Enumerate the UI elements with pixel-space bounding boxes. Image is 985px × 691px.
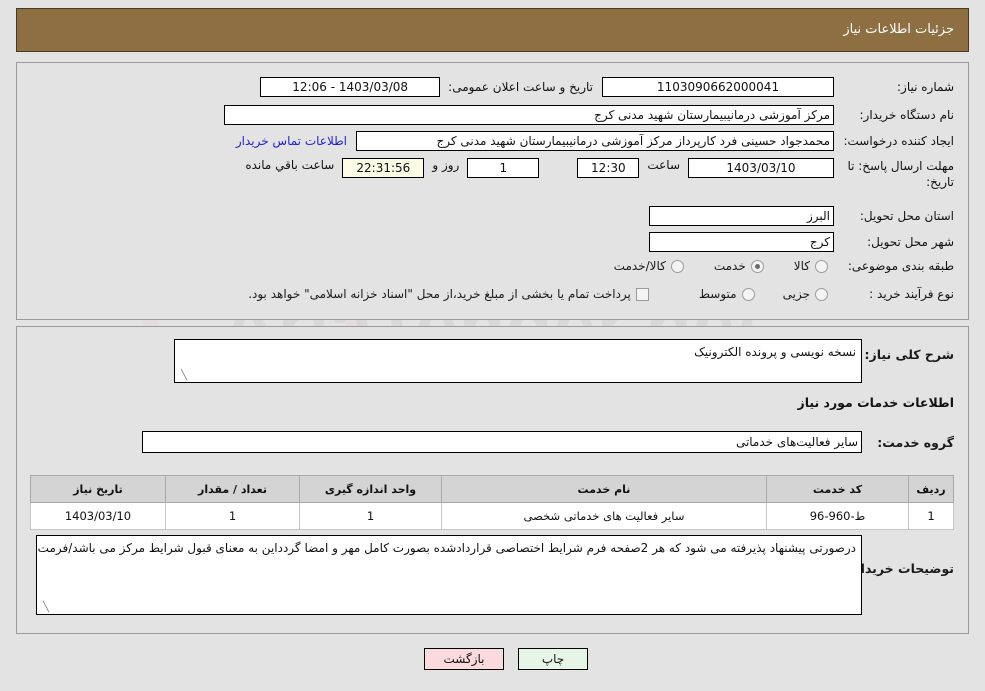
- category-option-khedmat[interactable]: خدمت: [714, 259, 764, 273]
- category-option-kala-khedmat-label: کالا/خدمت: [613, 259, 666, 273]
- category-option-kala-label: کالا: [793, 259, 810, 273]
- radio-icon-motavaset[interactable]: [741, 287, 755, 301]
- description-row: شرح کلی نیاز: نسخه نویسی و پرونده الکترو…: [174, 339, 954, 383]
- category-row: طبقه بندی موضوعی: کالا خدمت کالا/خدمت: [614, 259, 954, 273]
- category-option-kala[interactable]: کالا: [794, 259, 828, 273]
- city-value: کرج: [649, 232, 834, 252]
- treasury-checkbox-option[interactable]: پرداخت تمام یا بخشی از مبلغ خرید،از محل …: [248, 287, 649, 301]
- deadline-label: مهلت ارسال پاسخ: تا تاریخ:: [847, 159, 954, 189]
- th-unit: واحد اندازه گیری: [299, 475, 442, 503]
- radio-icon-kala-khedmat[interactable]: [670, 259, 684, 273]
- cell-name: سایر فعالیت های خدماتی شخصی: [441, 502, 767, 530]
- cell-radif: 1: [908, 502, 954, 530]
- buyer-notes-value: درصورتی پیشنهاد پذیرفته می شود که هر 2صف…: [37, 541, 856, 555]
- days-separator-label: روز و: [432, 158, 460, 172]
- process-row: نوع فرآیند خرید : جزیی متوسط پرداخت تمام…: [248, 287, 954, 301]
- th-code: کد خدمت: [766, 475, 909, 503]
- table-row: 1 ط-960-96 سایر فعالیت های خدماتی شخصی 1…: [30, 502, 954, 530]
- process-option-motavaset-label: متوسط: [698, 287, 737, 301]
- category-label: طبقه بندی موضوعی:: [847, 259, 954, 273]
- category-option-kala-khedmat[interactable]: کالا/خدمت: [614, 259, 684, 273]
- province-value: البرز: [649, 206, 834, 226]
- remaining-days-value: 1: [467, 158, 540, 178]
- category-option-khedmat-label: خدمت: [713, 259, 746, 273]
- treasury-checkbox-label: پرداخت تمام یا بخشی از مبلغ خرید،از محل …: [248, 287, 631, 301]
- announce-value: 1403/03/08 - 12:06: [260, 77, 441, 97]
- buyer-contact-link[interactable]: اطلاعات تماس خریدار: [236, 134, 347, 148]
- description-label: شرح کلی نیاز:: [864, 347, 954, 362]
- cell-qty: 1: [165, 502, 300, 530]
- th-date: تاریخ نیاز: [30, 475, 166, 503]
- countdown-value: 22:31:56: [342, 158, 425, 178]
- buyer-notes-textarea[interactable]: درصورتی پیشنهاد پذیرفته می شود که هر 2صف…: [36, 535, 862, 615]
- requester-label: ایجاد کننده درخواست:: [843, 134, 954, 148]
- back-button[interactable]: بازگشت: [424, 648, 504, 670]
- print-button[interactable]: چاپ: [518, 648, 588, 670]
- services-section-title: اطلاعات خدمات مورد نیاز: [797, 395, 955, 410]
- province-label: استان محل تحویل:: [859, 209, 954, 223]
- need-number-value: 1103090662000041: [602, 77, 834, 97]
- announce-label: تاریخ و ساعت اعلان عمومی:: [448, 80, 593, 94]
- process-option-motavaset[interactable]: متوسط: [699, 287, 755, 301]
- service-group-row: گروه خدمت: سایر فعالیت‌های خدماتی: [142, 431, 954, 453]
- need-number-row: شماره نیاز: 1103090662000041: [602, 77, 954, 97]
- service-group-value: سایر فعالیت‌های خدماتی: [142, 431, 862, 453]
- radio-icon-jozi[interactable]: [815, 287, 828, 301]
- buyer-org-row: نام دستگاه خریدار: مرکز آموزشی درمانیبیم…: [224, 105, 954, 125]
- announce-row: تاریخ و ساعت اعلان عمومی: 1403/03/08 - 1…: [260, 77, 593, 97]
- cell-date: 1403/03/10: [30, 502, 166, 530]
- process-label: نوع فرآیند خرید :: [869, 287, 954, 301]
- deadline-time-value: 12:30: [577, 158, 640, 178]
- requester-value: محمدجواد حسینی فرد کارپرداز مرکز آموزشی …: [356, 131, 834, 151]
- th-name: نام خدمت: [441, 475, 767, 503]
- city-row: شهر محل تحویل: کرج: [649, 232, 954, 252]
- city-label: شهر محل تحویل:: [867, 235, 954, 249]
- services-panel: شرح کلی نیاز: نسخه نویسی و پرونده الکترو…: [16, 326, 969, 634]
- cell-unit: 1: [299, 502, 442, 530]
- resize-grip-icon[interactable]: [177, 371, 187, 381]
- resize-grip-icon-notes[interactable]: [39, 603, 49, 613]
- province-row: استان محل تحویل: البرز: [649, 206, 954, 226]
- radio-icon-kala[interactable]: [815, 259, 828, 273]
- description-value: نسخه نویسی و پرونده الکترونیک: [694, 345, 856, 359]
- buyer-notes-row: توضیحات خریدار: درصورتی پیشنهاد پذیرفته …: [36, 535, 954, 615]
- deadline-row: مهلت ارسال پاسخ: تا تاریخ: 1403/03/10 سا…: [245, 158, 954, 190]
- th-radif: ردیف: [908, 475, 954, 503]
- deadline-hour-label: ساعت: [647, 158, 680, 172]
- page-title: جزئیات اطلاعات نیاز: [843, 22, 954, 37]
- deadline-date-value: 1403/03/10: [688, 158, 834, 178]
- process-option-jozi-label: جزیی: [782, 287, 810, 301]
- countdown-suffix-label: ساعت باقي مانده: [245, 158, 335, 172]
- need-number-label: شماره نیاز:: [897, 80, 954, 94]
- th-qty: تعداد / مقدار: [165, 475, 300, 503]
- buyer-notes-label: توضیحات خریدار:: [848, 561, 954, 576]
- services-table: ردیف کد خدمت نام خدمت واحد اندازه گیری ت…: [30, 475, 954, 530]
- process-option-jozi[interactable]: جزیی: [783, 287, 828, 301]
- radio-icon-khedmat[interactable]: [750, 259, 764, 273]
- description-textarea[interactable]: نسخه نویسی و پرونده الکترونیک: [174, 339, 862, 383]
- table-header-row: ردیف کد خدمت نام خدمت واحد اندازه گیری ت…: [30, 475, 954, 503]
- cell-code: ط-960-96: [766, 502, 909, 530]
- buyer-org-value: مرکز آموزشی درمانیبیمارستان شهید مدنی کر…: [224, 105, 834, 125]
- window-title-bar: جزئیات اطلاعات نیاز: [16, 8, 969, 52]
- requester-row: ایجاد کننده درخواست: محمدجواد حسینی فرد …: [236, 131, 954, 151]
- checkbox-icon-treasury[interactable]: [635, 287, 649, 301]
- service-group-label: گروه خدمت:: [877, 434, 954, 450]
- buyer-org-label: نام دستگاه خریدار:: [859, 108, 955, 122]
- need-info-panel: شماره نیاز: 1103090662000041 تاریخ و ساع…: [16, 62, 969, 320]
